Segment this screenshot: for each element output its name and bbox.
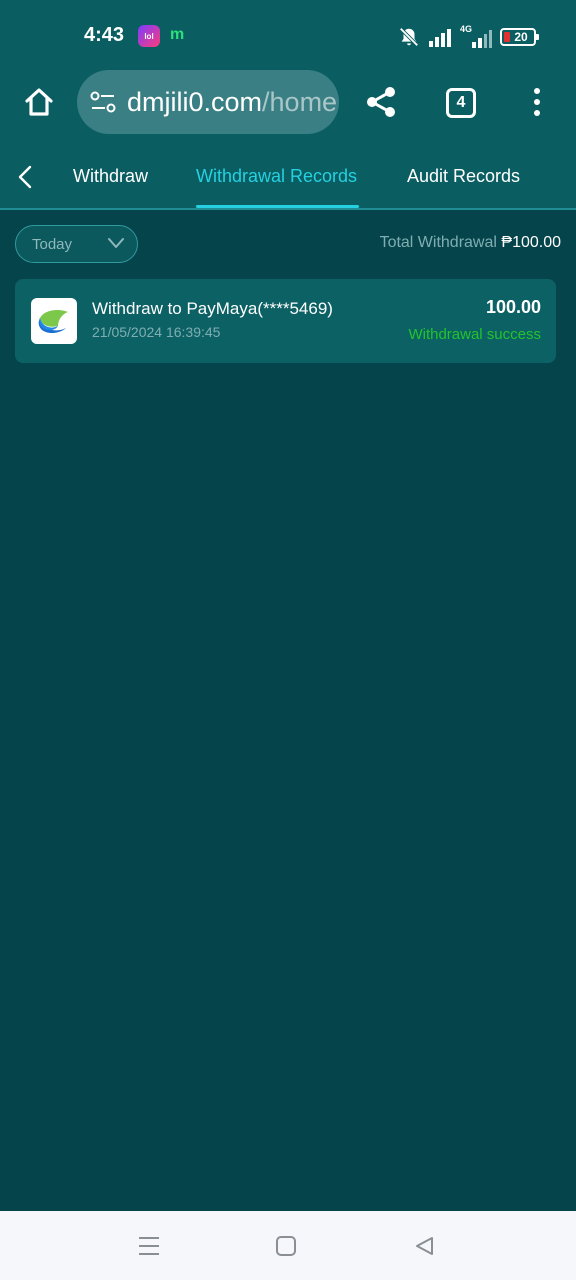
share-icon [367, 87, 395, 117]
back-nav-button[interactable] [411, 1233, 437, 1259]
address-bar[interactable]: dmjili0.com/home [77, 70, 339, 134]
total-withdrawal-value: ₱100.00 [501, 234, 561, 251]
paymaya-logo-icon [31, 298, 77, 344]
battery-level: 20 [514, 30, 528, 44]
url-text: dmjili0.com/home [127, 87, 337, 118]
status-time: 4:43 [84, 24, 125, 46]
signal-icon [429, 29, 451, 47]
withdrawal-record-card[interactable]: Withdraw to PayMaya(****5469) 21/05/2024… [15, 279, 556, 363]
chevron-left-icon [18, 165, 32, 189]
menu-dot-icon [534, 110, 540, 116]
more-menu-button[interactable] [522, 84, 552, 120]
share-button[interactable] [360, 82, 402, 122]
square-icon [276, 1236, 296, 1256]
record-status: Withdrawal success [408, 326, 541, 343]
tab-switcher-button[interactable]: 4 [446, 88, 476, 118]
date-filter-select[interactable]: Today [15, 225, 138, 263]
url-path: /home [262, 86, 338, 117]
browser-toolbar: dmjili0.com/home 4 [0, 70, 576, 134]
triangle-back-icon [416, 1237, 433, 1255]
tab-withdraw[interactable]: Withdraw [73, 166, 148, 187]
site-settings-icon[interactable] [89, 88, 117, 116]
record-amount: 100.00 [485, 297, 541, 317]
records-tab-bar: Withdraw Withdrawal Records Audit Record… [0, 146, 576, 210]
menu-lines-icon [139, 1237, 159, 1255]
home-button[interactable] [18, 80, 60, 124]
home-nav-button[interactable] [273, 1233, 299, 1259]
home-icon [25, 88, 53, 116]
total-withdrawal: Total Withdrawal ₱100.00 [380, 234, 561, 252]
menu-dot-icon [534, 88, 540, 94]
tab-withdrawal-records[interactable]: Withdrawal Records [196, 166, 357, 187]
active-tab-indicator [196, 205, 359, 208]
menu-dot-icon [534, 99, 540, 105]
network-type-icon: 4G [460, 24, 492, 48]
date-filter-value: Today [32, 235, 73, 253]
record-title: Withdraw to PayMaya(****5469) [92, 299, 333, 318]
total-withdrawal-label: Total Withdrawal [379, 234, 497, 251]
recents-button[interactable] [136, 1233, 162, 1259]
app-notification-icon: lol [138, 25, 160, 47]
signal-icon-2 [472, 30, 492, 48]
url-domain: dmjili0.com [127, 86, 263, 117]
tab-audit-records[interactable]: Audit Records [407, 166, 520, 187]
battery-icon: 20 [500, 28, 539, 46]
status-bar: 4:43 lol m 4G 20 [0, 0, 576, 70]
mute-bell-icon [399, 27, 419, 47]
system-navigation-bar [0, 1211, 576, 1280]
record-date: 21/05/2024 16:39:45 [92, 324, 221, 340]
notification-m-icon: m [170, 26, 185, 43]
status-indicators: 4G 20 [398, 24, 539, 50]
back-button[interactable] [12, 164, 38, 190]
chevron-down-icon [108, 238, 124, 248]
